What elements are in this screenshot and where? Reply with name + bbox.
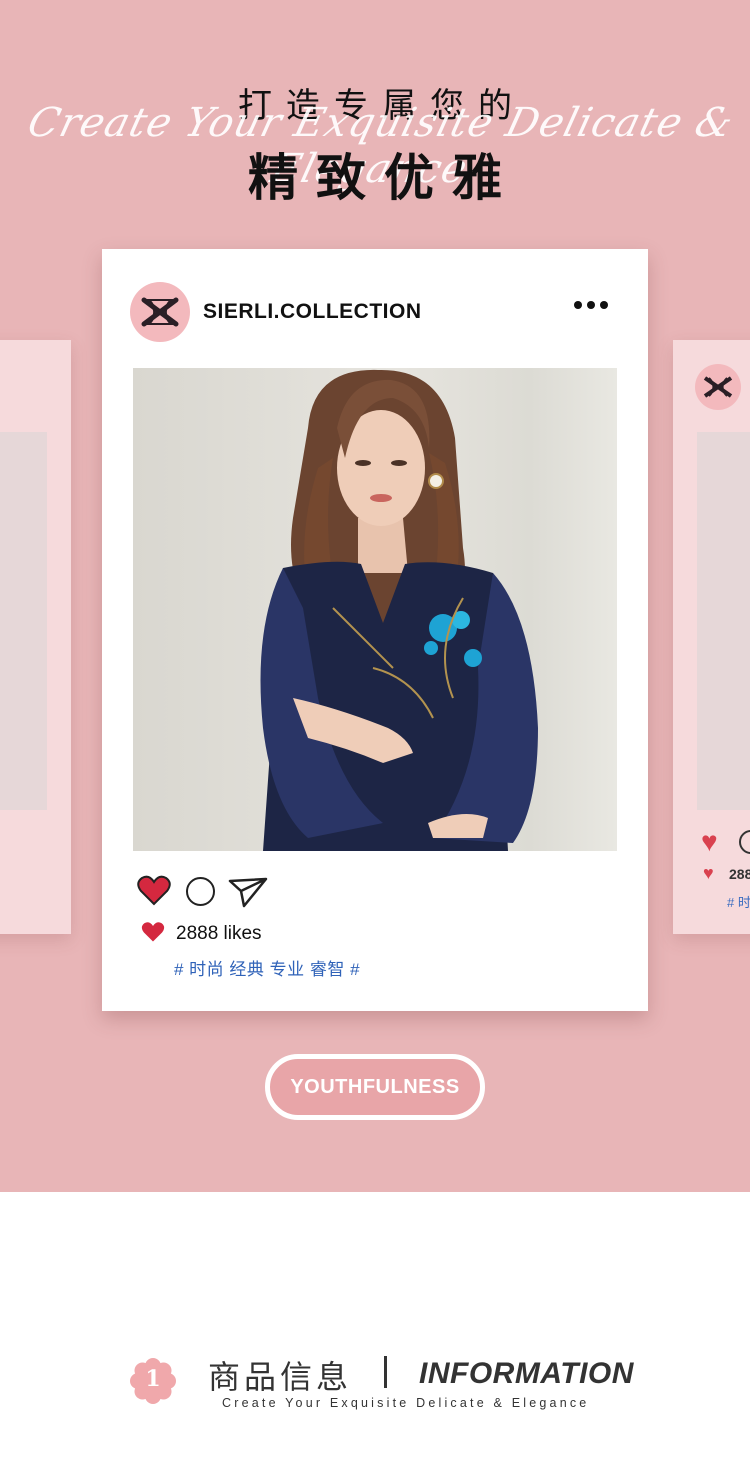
send-icon[interactable] xyxy=(228,876,268,908)
heart-icon[interactable]: ♥ xyxy=(701,828,718,856)
post-hashtags[interactable]: # 时尚 经典 专业 睿智 # xyxy=(174,955,360,980)
side-post-card-right: ♥ ♥ 288 # 时 xyxy=(673,340,750,934)
badge-label: YOUTHFULNESS xyxy=(290,1075,460,1098)
section-subtitle: Create Your Exquisite Delicate & Eleganc… xyxy=(222,1396,590,1410)
comment-icon[interactable] xyxy=(739,830,750,854)
section-number: 1 xyxy=(145,1366,161,1392)
brand-name[interactable]: SIERLI.COLLECTION xyxy=(203,300,422,324)
heart-icon xyxy=(141,922,165,942)
side-post-card-left xyxy=(0,340,71,934)
likes-count[interactable]: 2888 likes xyxy=(176,923,262,945)
side-post-photo-placeholder xyxy=(0,432,47,810)
comment-icon[interactable] xyxy=(186,877,215,906)
avatar[interactable] xyxy=(130,282,190,342)
brand-logo-icon xyxy=(695,364,741,410)
more-icon[interactable] xyxy=(574,301,608,309)
heart-icon: ♥ xyxy=(703,863,714,883)
post-card: SIERLI.COLLECTION 2888 likes # 时尚 经典 专业 … xyxy=(102,249,648,1011)
brand-logo-icon xyxy=(141,297,179,327)
title-divider xyxy=(384,1356,387,1388)
side-hashtags: # 时 xyxy=(727,895,750,910)
hero-title-line2: 精致优雅 xyxy=(248,149,520,207)
section-title-cn: 商品信息 xyxy=(208,1358,353,1396)
side-likes-count: 288 xyxy=(729,866,750,882)
post-photo xyxy=(133,368,617,851)
heart-icon[interactable] xyxy=(137,875,171,906)
youthfulness-badge: YOUTHFULNESS xyxy=(265,1054,485,1120)
side-post-photo-placeholder xyxy=(697,432,750,810)
hero-section: 打造专属您的 Create Your Exquisite Delicate & … xyxy=(0,0,750,1192)
section-title-en: INFORMATION xyxy=(419,1357,634,1390)
